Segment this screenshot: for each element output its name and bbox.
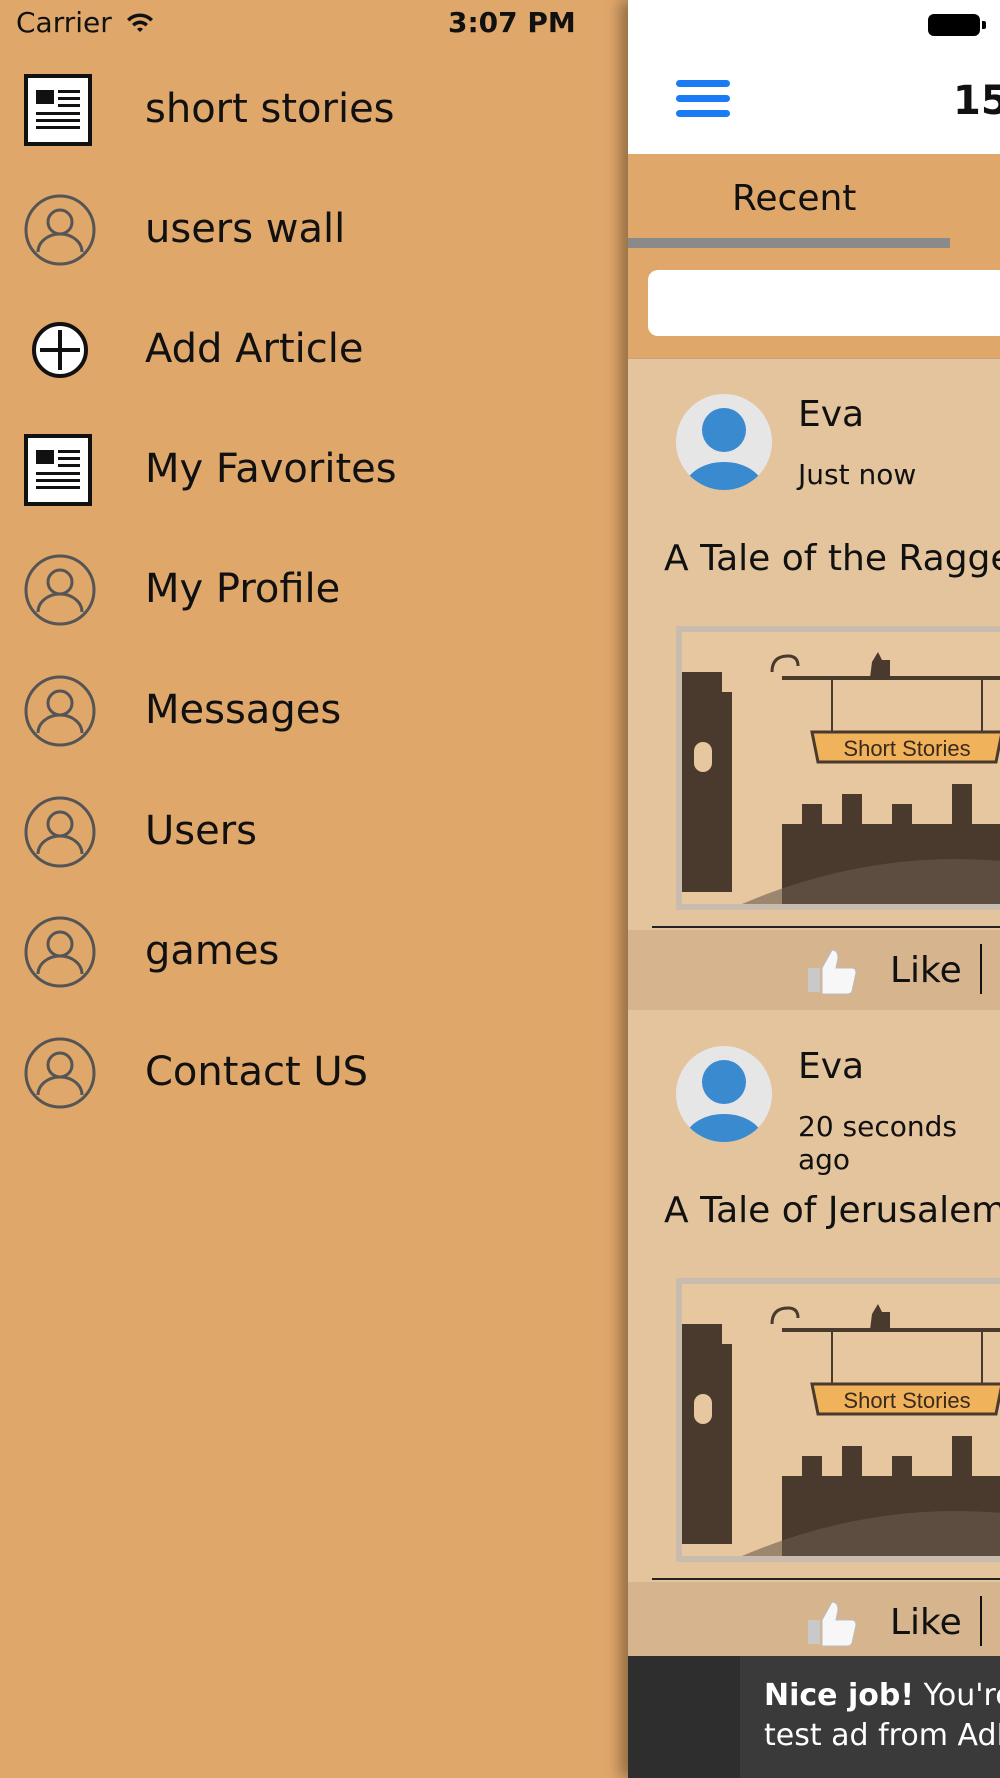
user-outline-icon <box>24 554 96 626</box>
post-title[interactable]: A Tale of the Raggec <box>664 538 1000 579</box>
menu-item-users-wall[interactable]: users wall <box>0 174 628 284</box>
tab-recent[interactable]: Recent <box>732 178 856 219</box>
battery-icon <box>928 14 986 36</box>
post-actions: Like <box>628 1582 1000 1662</box>
menu-item-games[interactable]: games <box>0 896 628 1006</box>
user-outline-icon <box>24 796 96 868</box>
post-title[interactable]: A Tale of Jerusalem <box>664 1190 1000 1231</box>
menu-item-label: Messages <box>145 687 342 733</box>
menu-item-my-favorites[interactable]: My Favorites <box>0 414 628 524</box>
user-outline-icon <box>24 194 96 266</box>
divider <box>652 1578 1000 1580</box>
divider <box>980 944 982 994</box>
post-card: Eva 20 seconds ago A Tale of Jerusalem S… <box>628 1012 1000 1664</box>
divider <box>980 1596 982 1646</box>
user-outline-icon <box>24 675 96 747</box>
plus-circle-icon <box>32 322 88 378</box>
like-button[interactable]: Like <box>890 950 962 991</box>
side-menu: Carrier 3:07 PM short stories users wall <box>0 0 628 1778</box>
hamburger-menu-icon[interactable] <box>676 80 730 120</box>
short-stories-illustration: Short Stories <box>682 1284 1000 1556</box>
main-panel: 15 Recent Eva Just now A Tale of the Rag… <box>628 0 1000 1778</box>
tab-bar: Recent <box>628 154 1000 251</box>
ad-logo <box>628 1656 740 1778</box>
status-bar-time: 3:07 PM <box>448 6 576 39</box>
menu-item-label: short stories <box>145 86 395 132</box>
post-time: 20 seconds ago <box>798 1110 957 1176</box>
carrier-label: Carrier <box>16 6 112 39</box>
post-time: Just now <box>798 458 917 491</box>
post-card: Eva Just now A Tale of the Raggec Short … <box>628 360 1000 1012</box>
post-image[interactable]: Short Stories <box>676 626 1000 910</box>
menu-item-label: Users <box>145 808 258 854</box>
thumbs-up-icon[interactable] <box>804 946 860 996</box>
menu-item-my-profile[interactable]: My Profile <box>0 534 628 644</box>
menu-item-add-article[interactable]: Add Article <box>0 294 628 404</box>
ad-text: Nice job! You're test ad from AdM <box>764 1676 1000 1756</box>
newspaper-icon <box>24 434 92 506</box>
divider <box>652 926 1000 928</box>
user-avatar-icon <box>684 1060 764 1142</box>
page-title: 15 <box>953 78 1000 124</box>
search-bar <box>628 250 1000 359</box>
thumbs-up-icon[interactable] <box>804 1598 860 1648</box>
ad-banner[interactable]: Nice job! You're test ad from AdM <box>628 1656 1000 1778</box>
ad-line1: You're <box>923 1678 1000 1713</box>
post-actions: Like <box>628 930 1000 1010</box>
post-author: Eva <box>798 394 865 435</box>
newspaper-icon <box>24 74 92 146</box>
menu-item-users[interactable]: Users <box>0 776 628 886</box>
tab-selected-indicator <box>628 238 950 248</box>
menu-item-label: My Profile <box>145 566 341 612</box>
menu-item-label: games <box>145 928 280 974</box>
avatar <box>676 394 772 490</box>
short-stories-illustration: Short Stories <box>682 632 1000 904</box>
search-input[interactable] <box>648 270 1000 336</box>
ad-line2: test ad from AdM <box>764 1718 1000 1753</box>
user-outline-icon <box>24 1037 96 1109</box>
navigation-bar: 15 <box>628 0 1000 155</box>
menu-item-short-stories[interactable]: short stories <box>0 54 628 164</box>
menu-item-label: Add Article <box>145 326 364 372</box>
menu-item-label: My Favorites <box>145 446 397 492</box>
menu-item-label: Contact US <box>145 1049 369 1095</box>
user-avatar-icon <box>684 408 764 490</box>
post-author: Eva <box>798 1046 865 1087</box>
menu-item-messages[interactable]: Messages <box>0 655 628 765</box>
wifi-icon <box>126 12 153 32</box>
menu-item-label: users wall <box>145 206 346 252</box>
post-image[interactable]: Short Stories <box>676 1278 1000 1562</box>
like-button[interactable]: Like <box>890 1602 962 1643</box>
ad-headline: Nice job! <box>764 1678 915 1713</box>
status-bar-carrier: Carrier <box>16 6 154 39</box>
image-caption: Short Stories <box>843 736 970 761</box>
avatar <box>676 1046 772 1142</box>
image-caption: Short Stories <box>843 1388 970 1413</box>
user-outline-icon <box>24 916 96 988</box>
menu-item-contact-us[interactable]: Contact US <box>0 1017 628 1127</box>
